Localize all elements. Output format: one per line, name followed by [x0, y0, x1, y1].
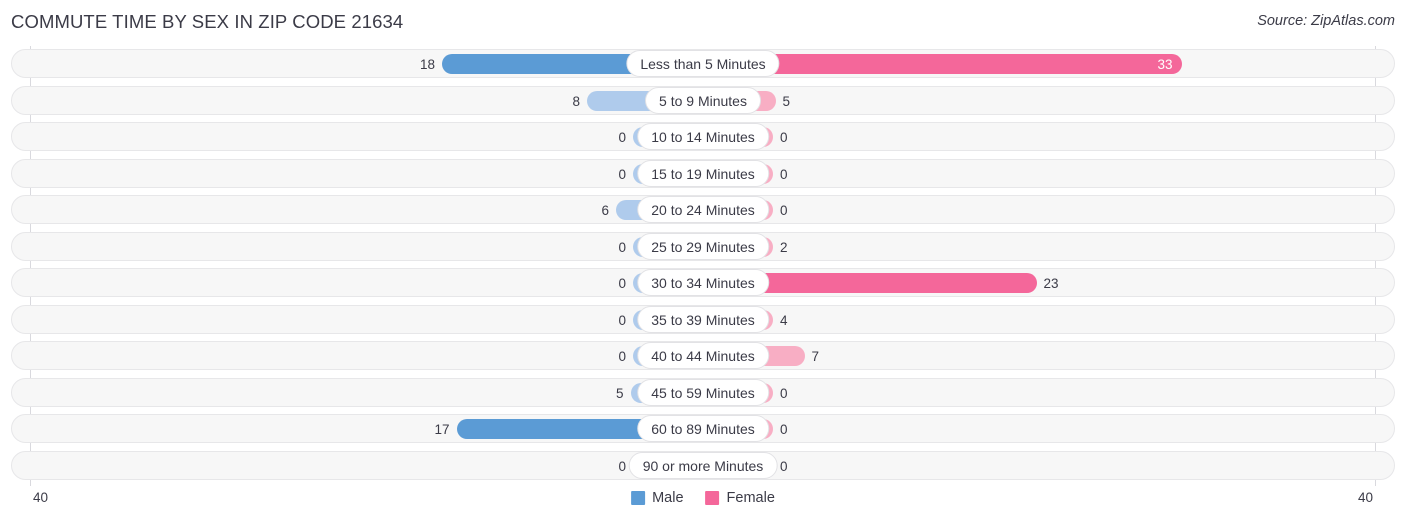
female-value-label: 7 [811, 349, 820, 364]
bar-row: 8 5 5 to 9 Minutes [0, 83, 1406, 120]
category-label: 5 to 9 Minutes [645, 86, 761, 114]
male-value-label: 18 [419, 57, 435, 72]
male-value-label: 6 [601, 203, 609, 218]
category-label: 25 to 29 Minutes [637, 232, 769, 260]
chart-plot-area: 18 33 Less than 5 Minutes 8 5 5 to 9 Minutes 0… [0, 46, 1406, 486]
category-label: 90 or more Minutes [628, 451, 778, 479]
male-value-label: 0 [618, 458, 626, 474]
bar-row: 0 4 35 to 39 Minutes [0, 302, 1406, 339]
bar-row: 17 0 60 to 89 Minutes [0, 411, 1406, 448]
male-value-label: 0 [618, 312, 626, 328]
legend-item[interactable]: Male [631, 490, 684, 506]
bar-row: 0 7 40 to 44 Minutes [0, 338, 1406, 375]
bar-row: 6 0 20 to 24 Minutes [0, 192, 1406, 229]
female-value-label: 0 [780, 166, 788, 182]
legend-label: Female [726, 490, 775, 506]
source-attribution: Source: ZipAtlas.com [1257, 13, 1395, 29]
female-value-label: 4 [780, 312, 788, 328]
category-label: 20 to 24 Minutes [637, 196, 769, 223]
bar-row: 0 23 30 to 34 Minutes [0, 265, 1406, 302]
category-label: 45 to 59 Minutes [637, 378, 769, 406]
bar-row: 18 33 Less than 5 Minutes [0, 46, 1406, 83]
bar-row: 0 0 10 to 14 Minutes [0, 119, 1406, 156]
female-value-label: 2 [780, 239, 788, 255]
male-value-label: 5 [615, 385, 624, 401]
male-value-label: 0 [618, 239, 626, 255]
female-value-label: 0 [780, 130, 788, 145]
bar-rows: 18 33 Less than 5 Minutes 8 5 5 to 9 Minutes 0… [0, 46, 1406, 486]
category-label: 35 to 39 Minutes [637, 305, 769, 333]
female-value-label: 0 [780, 203, 788, 218]
chart-header: COMMUTE TIME BY SEX IN ZIP CODE 21634 So… [0, 0, 1406, 46]
category-label: 15 to 19 Minutes [637, 159, 769, 187]
male-value-label: 0 [618, 166, 626, 182]
page-title: COMMUTE TIME BY SEX IN ZIP CODE 21634 [11, 11, 404, 32]
female-value-label: 23 [1043, 276, 1059, 291]
legend-swatch-icon [705, 491, 720, 505]
female-value-label: 33 [1157, 57, 1173, 72]
category-label: 10 to 14 Minutes [637, 123, 769, 150]
legend-swatch-icon [631, 491, 646, 505]
axis-label-right: 40 [1357, 490, 1373, 505]
bar-row: 0 0 15 to 19 Minutes [0, 156, 1406, 193]
bar-row: 0 2 25 to 29 Minutes [0, 229, 1406, 266]
category-label: Less than 5 Minutes [626, 50, 780, 77]
bar-row: 0 0 90 or more Minutes [0, 448, 1406, 485]
male-value-label: 17 [434, 422, 450, 437]
legend-item[interactable]: Female [705, 490, 775, 506]
female-value-label: 5 [782, 93, 791, 109]
male-value-label: 0 [618, 276, 626, 291]
bar-row: 5 0 45 to 59 Minutes [0, 375, 1406, 412]
female-value-label: 0 [780, 422, 788, 437]
female-value-label: 0 [780, 385, 788, 401]
category-label: 40 to 44 Minutes [637, 342, 769, 369]
category-label: 60 to 89 Minutes [637, 415, 769, 442]
chart-legend: Male Female [631, 490, 775, 506]
category-label: 30 to 34 Minutes [637, 269, 769, 296]
axis-label-left: 40 [33, 490, 49, 505]
male-value-label: 0 [618, 130, 626, 145]
legend-label: Male [652, 490, 684, 506]
male-value-label: 8 [572, 93, 580, 109]
female-value-label: 0 [780, 458, 788, 474]
chart-footer: 40 40 Male Female [0, 486, 1406, 523]
male-value-label: 0 [618, 349, 626, 364]
